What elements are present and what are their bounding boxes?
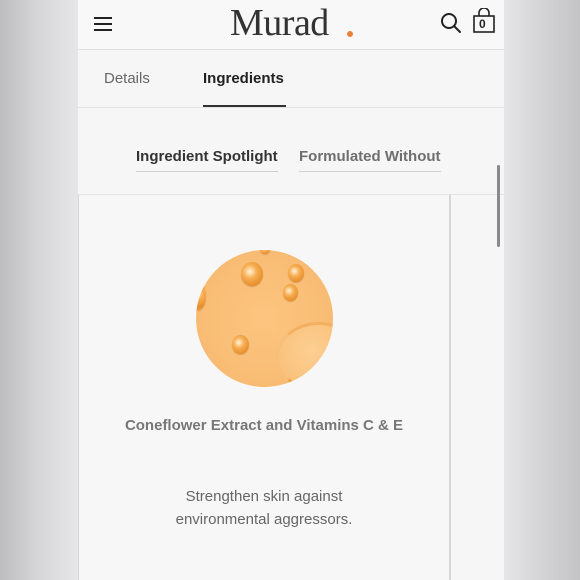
droplet [288, 264, 304, 282]
ingredient-spotlight-card: Coneflower Extract and Vitamins C & E St… [78, 195, 451, 580]
tab-details[interactable]: Details [104, 70, 150, 87]
subtab-ingredient-spotlight[interactable]: Ingredient Spotlight [136, 148, 278, 172]
droplet [283, 284, 298, 301]
droplet [260, 250, 270, 254]
ingredient-description: Strengthen skin against environmental ag… [175, 488, 353, 528]
ingredient-subtabs: Ingredient Spotlight Formulated Without [78, 108, 504, 195]
murad-logo[interactable]: Murad [230, 3, 329, 43]
droplet [196, 282, 206, 310]
scrollbar-thumb[interactable] [497, 165, 500, 247]
ingredient-title: Coneflower Extract and Vitamins C & E [124, 417, 404, 434]
tab-ingredients[interactable]: Ingredients [203, 70, 284, 87]
subtab-formulated-without[interactable]: Formulated Without [299, 148, 441, 172]
logo-text: Murad [230, 2, 329, 44]
app-screen: Murad 0 Details Ingredients Ingredient S… [78, 0, 504, 580]
droplet [232, 335, 249, 354]
search-icon[interactable] [440, 12, 462, 34]
hamburger-menu-icon[interactable] [94, 16, 114, 32]
logo-accent-dot [347, 31, 353, 37]
cart-count-badge: 0 [479, 17, 486, 31]
large-droplet [276, 322, 333, 387]
active-tab-indicator [203, 105, 286, 107]
ingredient-image [196, 250, 333, 387]
card-divider [449, 195, 450, 580]
shopping-bag-button[interactable]: 0 [472, 8, 496, 34]
droplet [241, 262, 263, 286]
site-header: Murad 0 [78, 0, 504, 50]
product-tabs: Details Ingredients [78, 50, 504, 108]
